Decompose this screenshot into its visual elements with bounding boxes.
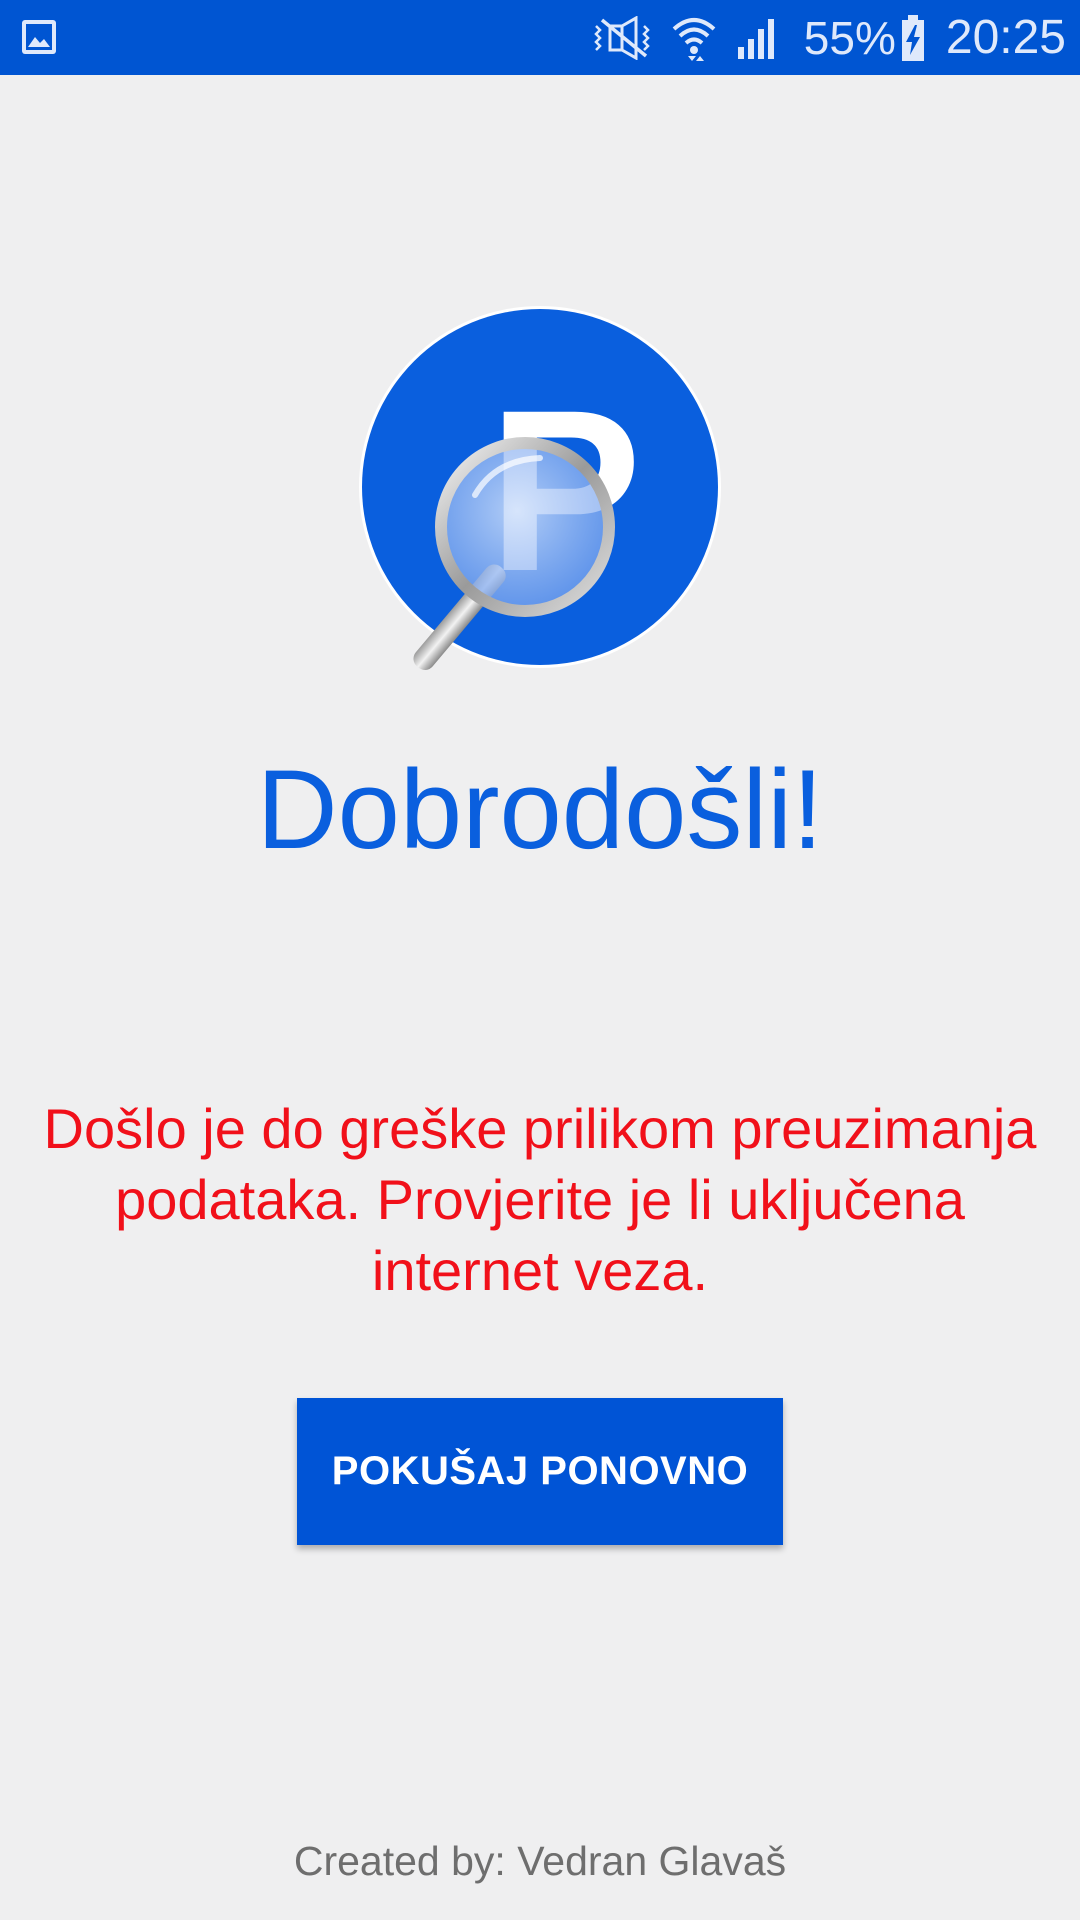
error-message: Došlo je do greške prilikom preuzimanja … (43, 1097, 1037, 1302)
wifi-icon (672, 17, 716, 61)
mute-icon (594, 15, 650, 60)
app-screen: 55% 20:25 Dobrodošli! Došlo je do greške… (0, 0, 1080, 1920)
status-bar: 55% 20:25 (0, 0, 1080, 75)
welcome-title: Dobrodošli! (256, 747, 824, 872)
battery-percent: 55% (803, 11, 896, 64)
retry-button[interactable]: POKUŠAJ PONOVNO (297, 1398, 783, 1545)
parking-search-logo-icon: P (359, 306, 721, 671)
signal-icon (737, 18, 774, 59)
battery-charging-icon (901, 14, 924, 61)
gallery-icon (22, 20, 56, 54)
status-icons: 55% 20:25 (592, 0, 1066, 75)
credit-text: Created by: Vedran Glavaš (293, 1838, 787, 1884)
clock: 20:25 (945, 11, 1066, 64)
